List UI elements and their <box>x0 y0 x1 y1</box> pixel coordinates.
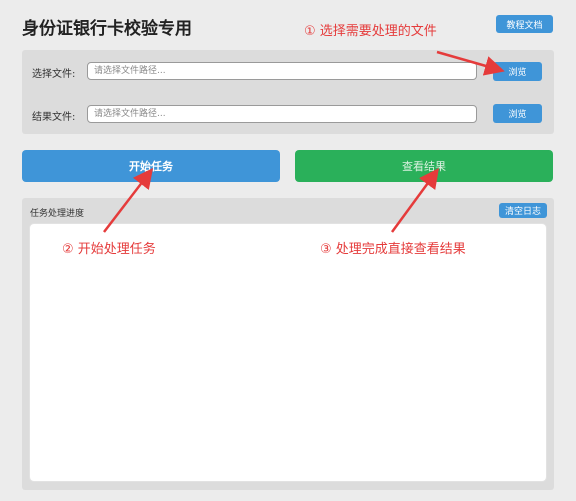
annotation-step1: ① 选择需要处理的文件 <box>304 24 437 39</box>
start-task-button[interactable]: 开始任务 <box>22 150 280 182</box>
browse-select-file-button[interactable]: 浏览 <box>493 62 542 81</box>
log-output-area[interactable] <box>29 223 547 482</box>
tutorial-doc-button[interactable]: 教程文档 <box>496 15 553 33</box>
select-file-input[interactable] <box>87 62 477 80</box>
result-file-input[interactable] <box>87 105 477 123</box>
annotation-step2: ② 开始处理任务 <box>62 242 156 257</box>
annotation-step3: ③ 处理完成直接查看结果 <box>320 242 466 257</box>
clear-log-button[interactable]: 清空日志 <box>499 203 547 218</box>
result-file-label: 结果文件: <box>32 112 76 123</box>
page-title: 身份证银行卡校验专用 <box>22 19 192 39</box>
file-selection-panel: 选择文件: 浏览 结果文件: 浏览 <box>22 50 554 134</box>
view-result-button[interactable]: 查看结果 <box>295 150 553 182</box>
select-file-label: 选择文件: <box>32 69 76 80</box>
browse-result-file-button[interactable]: 浏览 <box>493 104 542 123</box>
task-progress-label: 任务处理进度 <box>30 209 85 219</box>
